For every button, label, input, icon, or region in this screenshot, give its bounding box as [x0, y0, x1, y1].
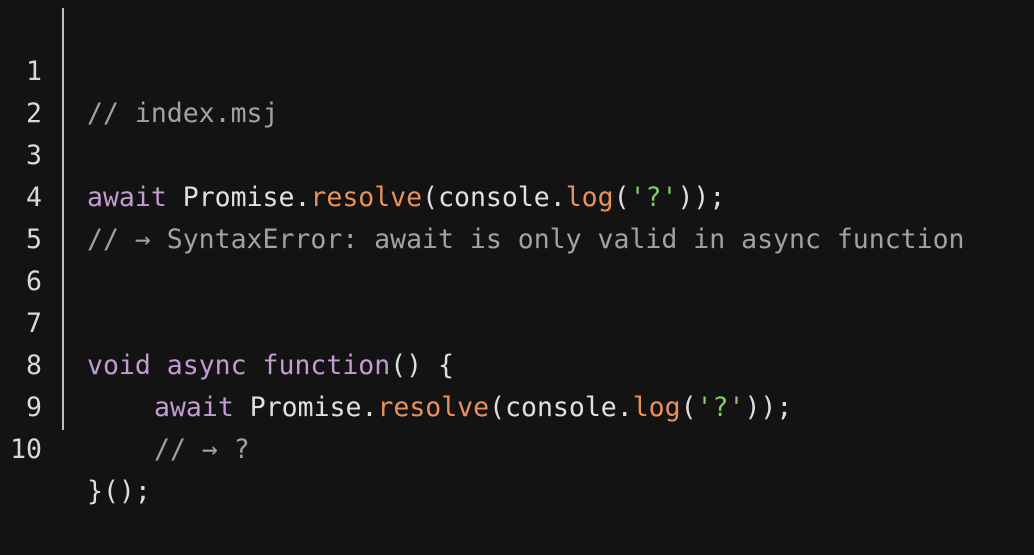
closing-punctuation: )); [677, 182, 726, 213]
line-number: 10 [10, 434, 42, 465]
code-line-8: 8 await Promise.resolve(console.log('?')… [0, 303, 792, 423]
code-line-9: 9 // → ? [0, 345, 250, 465]
dot: . [294, 182, 311, 213]
comment-text: // → ? [154, 434, 250, 465]
method-log: log [632, 392, 681, 423]
code-line-7: 7 void async function() { [0, 261, 454, 381]
identifier-console: console [438, 182, 550, 213]
method-resolve: resolve [377, 392, 490, 423]
identifier-promise: Promise [249, 392, 362, 423]
identifier-promise: Promise [182, 182, 295, 213]
paren: ( [613, 182, 630, 213]
comment: // index.msj [87, 98, 279, 129]
identifier-console: console [505, 392, 617, 423]
code-line-4: 4 // → SyntaxError: await is only valid … [0, 135, 964, 255]
function-parens: () { [390, 350, 455, 381]
code-line-10: 10 }(); [0, 387, 151, 507]
keyword-await: await [154, 392, 234, 423]
dot: . [616, 392, 633, 423]
code-text: await Promise.resolve(console.log('?')); [87, 177, 725, 219]
comment: // → SyntaxError: await is only valid in… [87, 224, 965, 255]
keyword-async: async [166, 350, 247, 381]
keyword-await: await [87, 182, 167, 213]
closing-iife: }(); [87, 476, 151, 507]
code-text: void async function() { [87, 345, 454, 387]
keyword-void: void [87, 350, 151, 381]
paren: ( [489, 392, 506, 423]
method-resolve: resolve [310, 182, 423, 213]
comment: // → ? [87, 429, 250, 471]
dot: . [549, 182, 566, 213]
closing-punctuation: )); [744, 392, 793, 423]
code-text: await Promise.resolve(console.log('?')); [87, 387, 792, 429]
method-log: log [565, 182, 614, 213]
paren: ( [680, 392, 697, 423]
code-line-5: 5 [0, 177, 64, 255]
code-editor: 1 // index.msj 2 3 await Promise.resolve… [0, 0, 1034, 507]
code-line-2: 2 [0, 51, 64, 129]
paren: ( [422, 182, 439, 213]
dot: . [361, 392, 378, 423]
string-literal: '?' [696, 392, 745, 423]
keyword-function: function [262, 350, 391, 381]
string-literal: '?' [629, 182, 678, 213]
code-line-6: 6 [0, 219, 64, 297]
code-line-3: 3 await Promise.resolve(console.log('?')… [0, 93, 725, 213]
code-line-1: 1 // index.msj [0, 9, 278, 129]
